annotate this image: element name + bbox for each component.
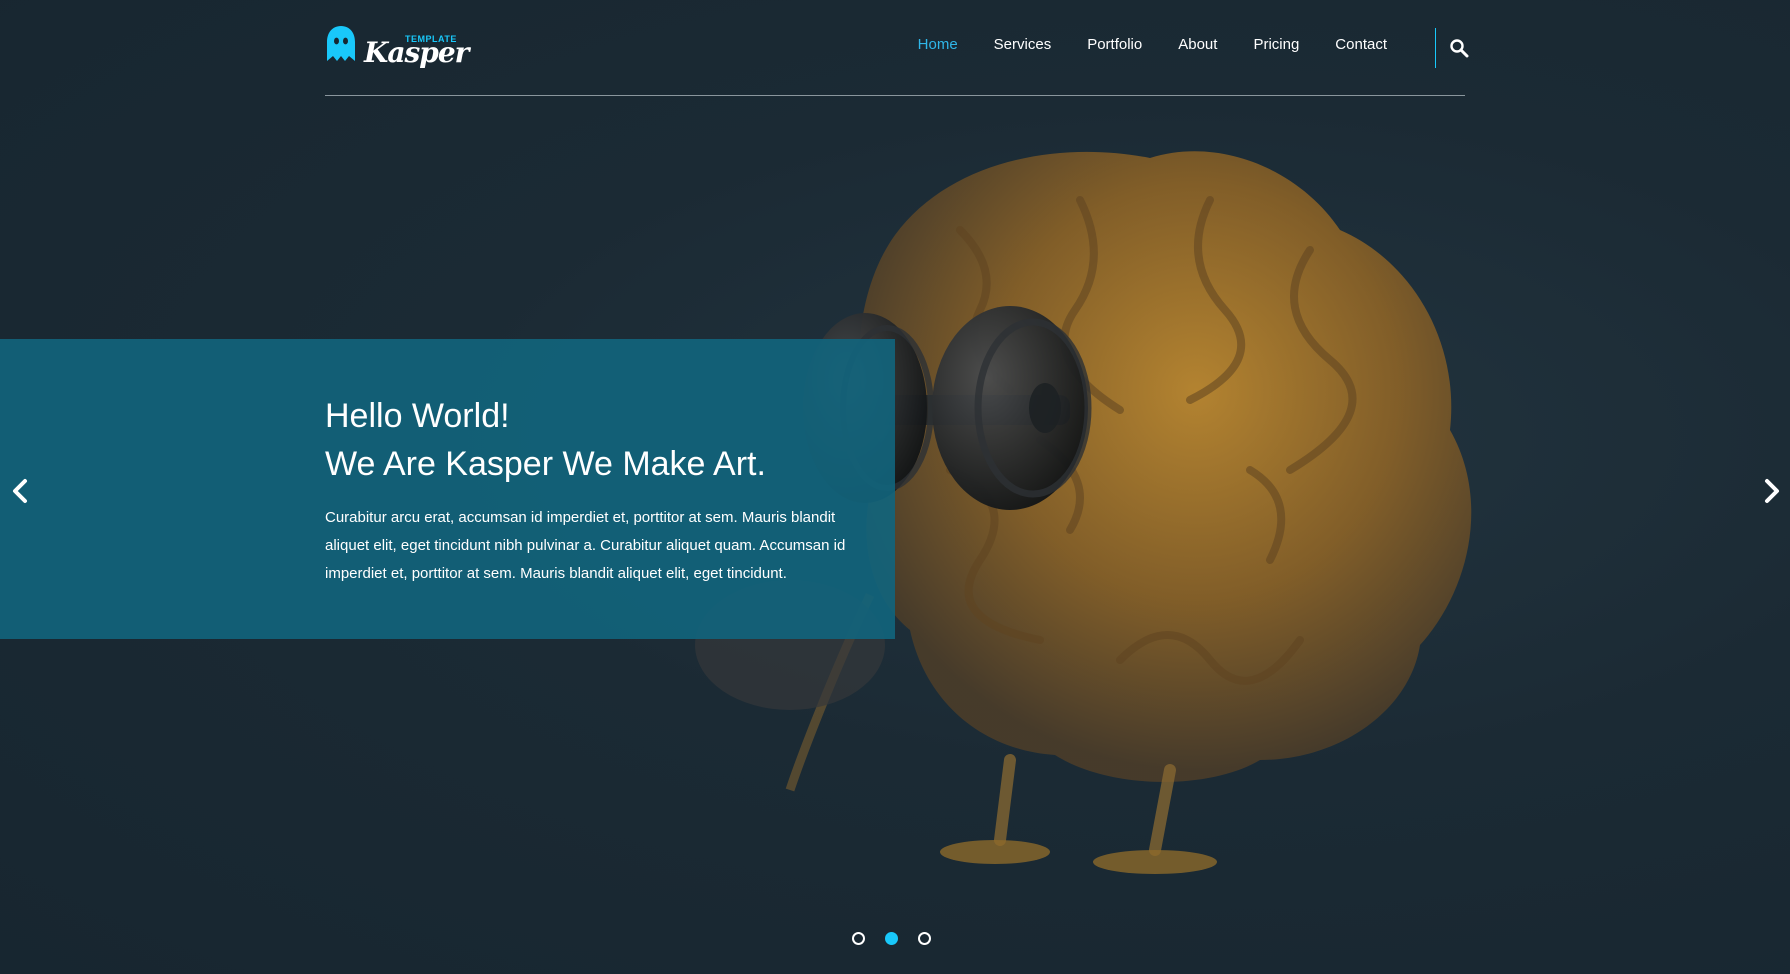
chevron-right-icon[interactable]	[1760, 476, 1784, 506]
nav-contact[interactable]: Contact	[1335, 36, 1387, 53]
slide-dot-2[interactable]	[885, 932, 898, 945]
hero-slider: TEMPLATE Kasper Home Services Portfolio …	[0, 0, 1790, 974]
ghost-logo-icon	[327, 26, 355, 61]
search-icon[interactable]	[1449, 38, 1469, 58]
site-header: TEMPLATE Kasper Home Services Portfolio …	[325, 0, 1469, 96]
slide-dot-1[interactable]	[852, 932, 865, 945]
hero-title-line-2: We Are Kasper We Make Art.	[325, 445, 766, 483]
slide-dot-3[interactable]	[918, 932, 931, 945]
chevron-left-icon[interactable]	[8, 476, 32, 506]
nav-about[interactable]: About	[1178, 36, 1217, 53]
hero-caption: Hello World! We Are Kasper We Make Art. …	[0, 339, 895, 639]
nav-services[interactable]: Services	[994, 36, 1052, 53]
nav-home[interactable]: Home	[918, 36, 958, 53]
logo-wordmark: Kasper	[364, 36, 469, 69]
nav-pricing[interactable]: Pricing	[1253, 36, 1299, 53]
slider-pagination	[852, 932, 931, 945]
hero-title-line-1: Hello World!	[325, 397, 510, 435]
main-navigation: Home Services Portfolio About Pricing Co…	[918, 36, 1387, 53]
nav-portfolio[interactable]: Portfolio	[1087, 36, 1142, 53]
search-divider	[1435, 28, 1436, 68]
hero-description: Curabitur arcu erat, accumsan id imperdi…	[325, 509, 846, 582]
logo[interactable]: TEMPLATE Kasper	[325, 24, 469, 69]
hero-title: Hello World! We Are Kasper We Make Art.	[325, 392, 865, 488]
